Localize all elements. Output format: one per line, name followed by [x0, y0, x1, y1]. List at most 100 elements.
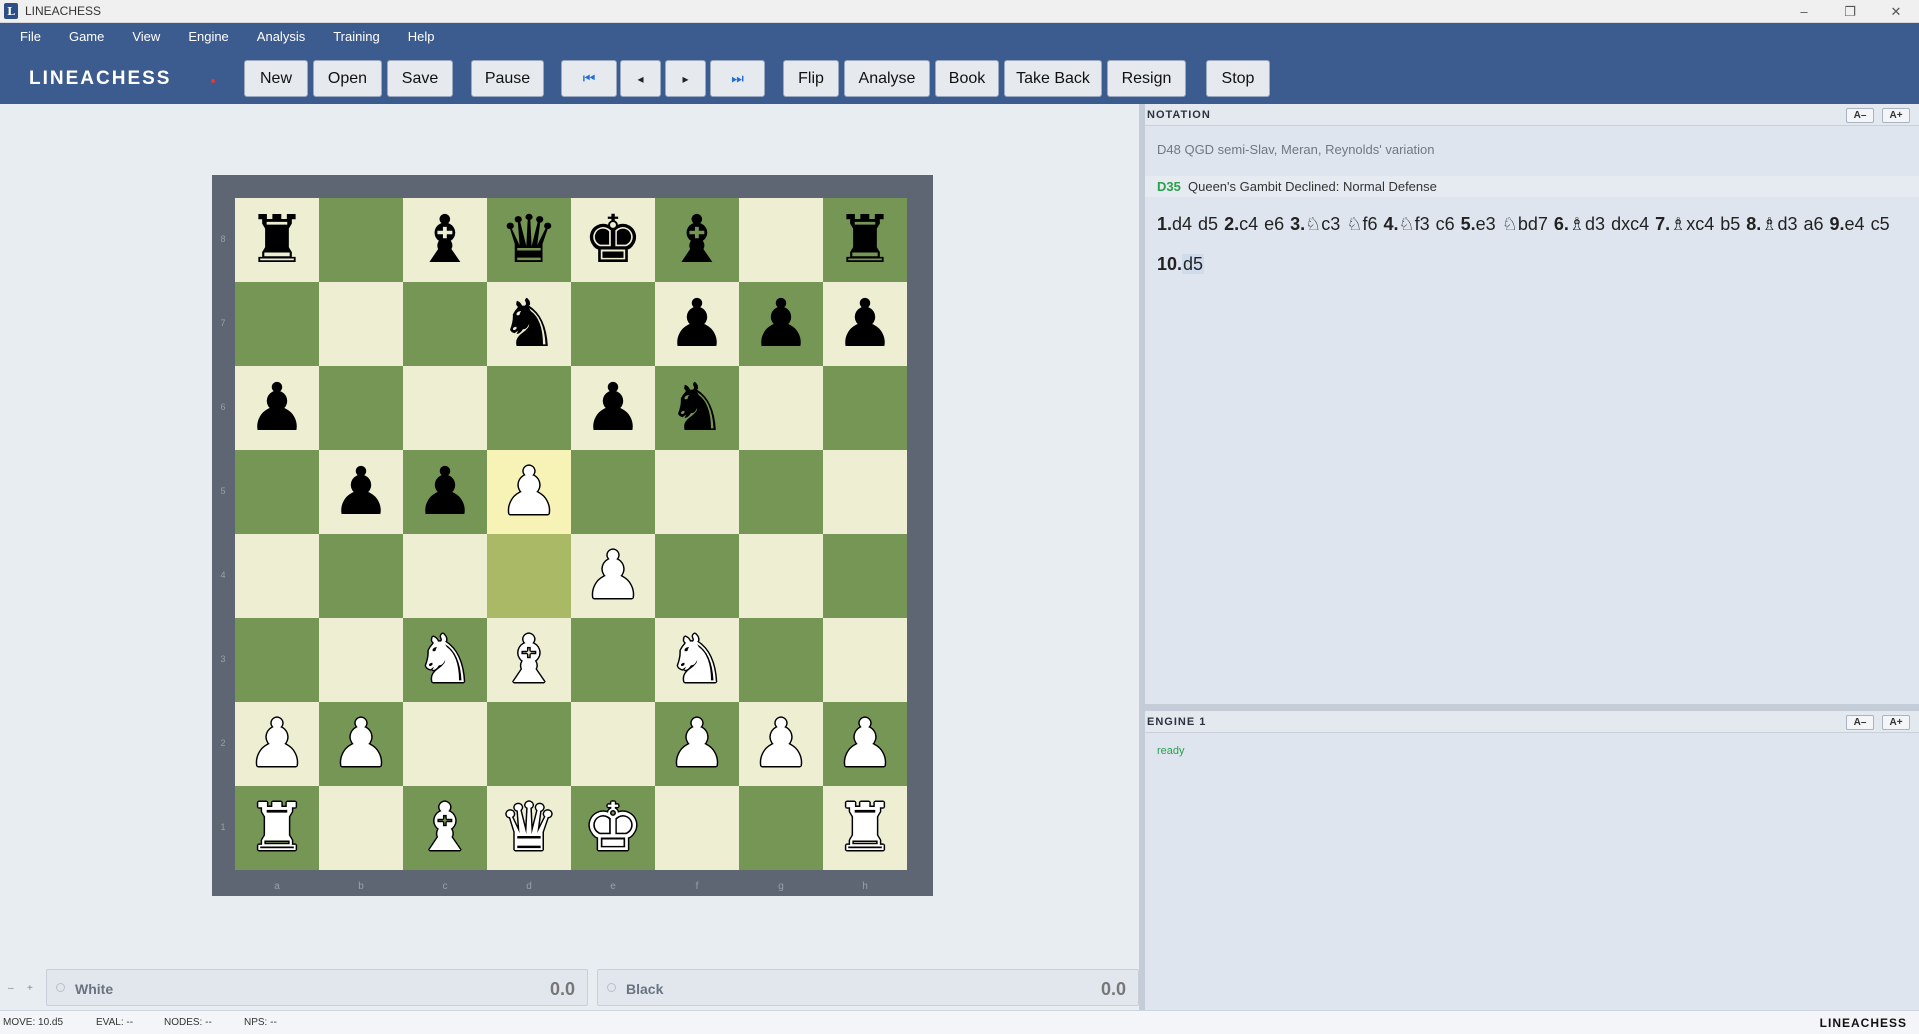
square-b2[interactable]: ♟ [319, 702, 403, 786]
move-white[interactable]: d4 [1172, 214, 1192, 234]
square-a4[interactable] [235, 534, 319, 618]
black-pawn-icon[interactable]: ♟ [415, 459, 474, 525]
move-white[interactable]: ♗d3 [1569, 214, 1605, 234]
square-c3[interactable]: ♞ [403, 618, 487, 702]
square-c7[interactable] [403, 282, 487, 366]
square-f6[interactable]: ♞ [655, 366, 739, 450]
square-e6[interactable]: ♟ [571, 366, 655, 450]
square-g4[interactable] [739, 534, 823, 618]
black-rook-icon[interactable]: ♜ [835, 207, 894, 273]
square-c6[interactable] [403, 366, 487, 450]
square-h8[interactable]: ♜ [823, 198, 907, 282]
black-bishop-icon[interactable]: ♝ [667, 207, 726, 273]
menu-help[interactable]: Help [394, 23, 449, 50]
square-g5[interactable] [739, 450, 823, 534]
move-black[interactable]: b5 [1720, 214, 1740, 234]
square-g7[interactable]: ♟ [739, 282, 823, 366]
square-b5[interactable]: ♟ [319, 450, 403, 534]
white-queen-icon[interactable]: ♛ [499, 795, 558, 861]
square-c5[interactable]: ♟ [403, 450, 487, 534]
square-f2[interactable]: ♟ [655, 702, 739, 786]
black-pawn-icon[interactable]: ♟ [667, 291, 726, 357]
black-pawn-icon[interactable]: ♟ [247, 375, 306, 441]
close-button[interactable]: ✕ [1873, 0, 1919, 23]
square-h6[interactable] [823, 366, 907, 450]
resign-button[interactable]: Resign [1107, 60, 1186, 97]
square-a3[interactable] [235, 618, 319, 702]
square-d4[interactable] [487, 534, 571, 618]
white-bishop-icon[interactable]: ♝ [499, 627, 558, 693]
black-pawn-icon[interactable]: ♟ [583, 375, 642, 441]
new-button[interactable]: New [244, 60, 308, 97]
square-f3[interactable]: ♞ [655, 618, 739, 702]
square-h7[interactable]: ♟ [823, 282, 907, 366]
square-h5[interactable] [823, 450, 907, 534]
move-white[interactable]: e3 [1476, 214, 1496, 234]
engine-font-decrease-button[interactable]: A– [1846, 715, 1874, 730]
black-bishop-icon[interactable]: ♝ [415, 207, 474, 273]
square-a6[interactable]: ♟ [235, 366, 319, 450]
square-d6[interactable] [487, 366, 571, 450]
square-h2[interactable]: ♟ [823, 702, 907, 786]
move-black[interactable]: c5 [1871, 214, 1890, 234]
maximize-button[interactable]: ❐ [1827, 0, 1873, 23]
square-d2[interactable] [487, 702, 571, 786]
square-f1[interactable] [655, 786, 739, 870]
move-black[interactable]: ♘f6 [1346, 214, 1377, 234]
square-c8[interactable]: ♝ [403, 198, 487, 282]
move-black[interactable]: e6 [1264, 214, 1284, 234]
white-pawn-icon[interactable]: ♟ [751, 711, 810, 777]
square-g1[interactable] [739, 786, 823, 870]
next-move-button[interactable]: ▸ [665, 60, 706, 97]
black-rook-icon[interactable]: ♜ [247, 207, 306, 273]
last-move-button[interactable]: ⏭ [710, 60, 765, 97]
menu-training[interactable]: Training [319, 23, 393, 50]
menu-file[interactable]: File [0, 23, 55, 50]
notation-font-increase-button[interactable]: A+ [1882, 108, 1910, 123]
pause-button[interactable]: Pause [471, 60, 544, 97]
square-b3[interactable] [319, 618, 403, 702]
square-e3[interactable] [571, 618, 655, 702]
square-h1[interactable]: ♜ [823, 786, 907, 870]
notation-font-decrease-button[interactable]: A– [1846, 108, 1874, 123]
black-pawn-icon[interactable]: ♟ [751, 291, 810, 357]
previous-move-button[interactable]: ◂ [620, 60, 661, 97]
move-white[interactable]: d5 [1182, 254, 1205, 274]
move-white[interactable]: e4 [1845, 214, 1865, 234]
horizontal-splitter[interactable] [1145, 704, 1919, 711]
menu-analysis[interactable]: Analysis [243, 23, 319, 50]
square-a7[interactable] [235, 282, 319, 366]
square-c1[interactable]: ♝ [403, 786, 487, 870]
move-black[interactable]: c6 [1436, 214, 1455, 234]
square-a1[interactable]: ♜ [235, 786, 319, 870]
square-f5[interactable] [655, 450, 739, 534]
square-b6[interactable] [319, 366, 403, 450]
white-knight-icon[interactable]: ♞ [415, 627, 474, 693]
increase-button[interactable]: + [27, 983, 33, 994]
square-g3[interactable] [739, 618, 823, 702]
minimize-button[interactable]: – [1781, 0, 1827, 23]
flip-button[interactable]: Flip [783, 60, 839, 97]
book-button[interactable]: Book [935, 60, 999, 97]
move-black[interactable]: ♘bd7 [1502, 214, 1548, 234]
square-f8[interactable]: ♝ [655, 198, 739, 282]
square-h3[interactable] [823, 618, 907, 702]
chess-board[interactable]: ♜ ♝ ♛ ♚ ♝ ♜ ♞ ♟ ♟ ♟ ♟ ♟ ♞ ♟ ♟ ♟ ♟ ♞ ♝ ♞ ♟ ♟ ♟ ♟ ♟ ♜ ♝ ♛ ♚ ♜ [235, 198, 907, 870]
take-back-button[interactable]: Take Back [1004, 60, 1102, 97]
black-knight-icon[interactable]: ♞ [499, 291, 558, 357]
square-b8[interactable] [319, 198, 403, 282]
square-h4[interactable] [823, 534, 907, 618]
engine-font-increase-button[interactable]: A+ [1882, 715, 1910, 730]
square-d3[interactable]: ♝ [487, 618, 571, 702]
white-pawn-icon[interactable]: ♟ [667, 711, 726, 777]
square-e8[interactable]: ♚ [571, 198, 655, 282]
square-e7[interactable] [571, 282, 655, 366]
move-black[interactable]: dxc4 [1611, 214, 1649, 234]
white-pawn-icon[interactable]: ♟ [583, 543, 642, 609]
move-black[interactable]: d5 [1198, 214, 1218, 234]
white-pawn-icon[interactable]: ♟ [247, 711, 306, 777]
square-b7[interactable] [319, 282, 403, 366]
square-c2[interactable] [403, 702, 487, 786]
black-knight-icon[interactable]: ♞ [667, 375, 726, 441]
black-pawn-icon[interactable]: ♟ [331, 459, 390, 525]
